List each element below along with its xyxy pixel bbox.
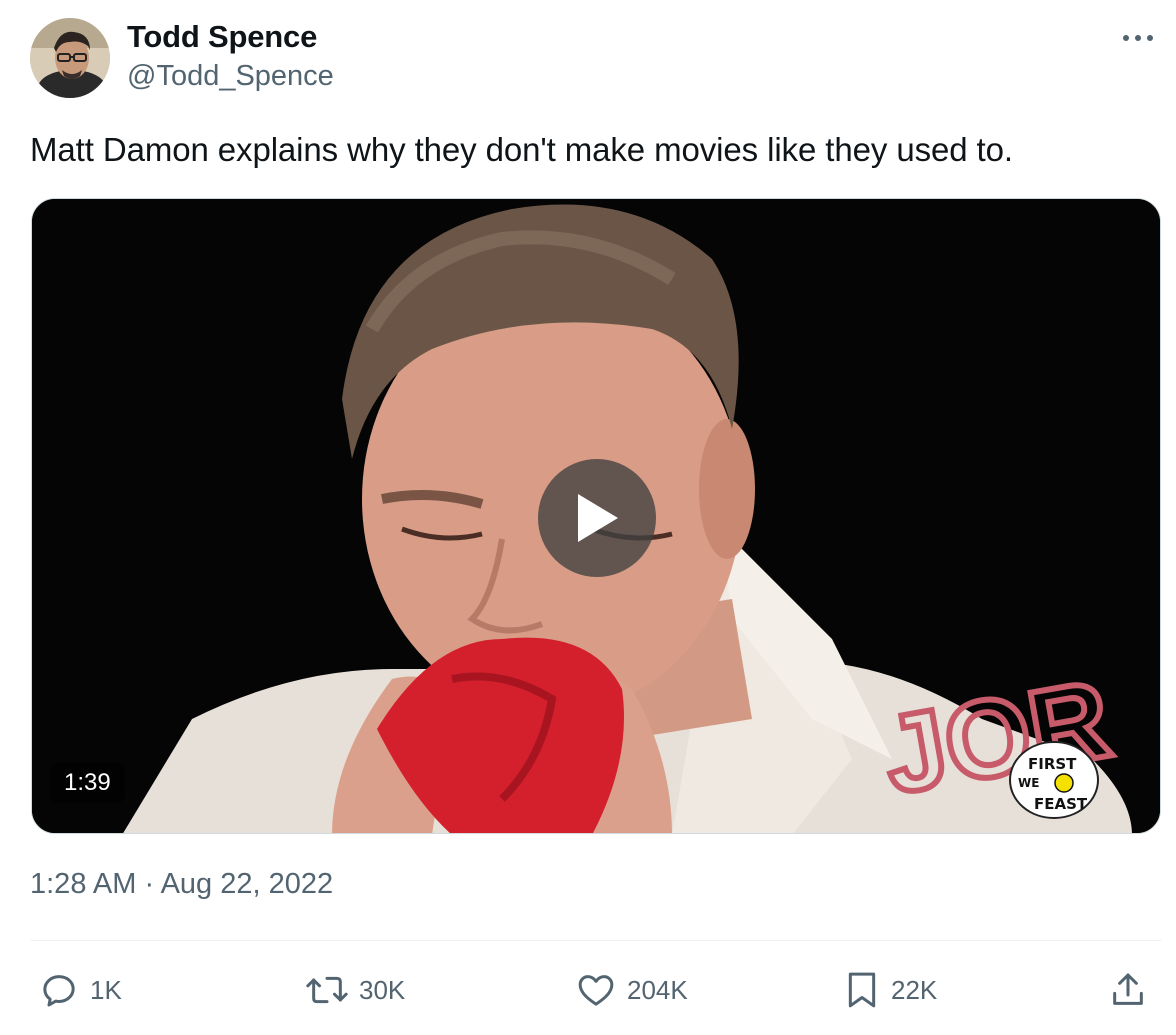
avatar-photo-icon	[30, 18, 110, 98]
bookmark-count: 22K	[891, 974, 938, 1005]
tweet-card: Todd Spence @Todd_Spence Matt Damon expl…	[0, 0, 1176, 1035]
tweet-text: Matt Damon explains why they don't make …	[30, 131, 1013, 168]
share-button[interactable]	[1108, 962, 1148, 1018]
retweet-count: 30K	[359, 974, 406, 1005]
tweet-timestamp[interactable]: 1:28 AM · Aug 22, 2022	[30, 868, 333, 901]
bookmark-button[interactable]: 22K	[843, 962, 937, 1018]
retweet-icon	[306, 976, 348, 1004]
like-count: 204K	[627, 974, 688, 1005]
more-dots-icon	[1123, 35, 1153, 41]
like-button[interactable]: 204K	[575, 962, 688, 1018]
reply-icon	[43, 975, 75, 1007]
reply-button[interactable]: 1K	[38, 962, 122, 1018]
svg-text:WE: WE	[1018, 776, 1039, 790]
action-bar: 1K 30K 204K 22K	[0, 962, 1176, 1018]
play-icon	[578, 494, 618, 542]
heart-icon	[578, 975, 614, 1006]
retweet-button[interactable]: 30K	[305, 962, 405, 1018]
more-options-button[interactable]	[1118, 22, 1158, 54]
first-we-feast-logo-icon: FIRST WE FEAST	[1009, 741, 1099, 819]
author-handle[interactable]: @Todd_Spence	[127, 60, 334, 93]
video-player[interactable]: JOR 1:39 FIRST WE FEAST	[31, 198, 1161, 834]
avatar[interactable]	[30, 18, 110, 98]
svg-text:FIRST: FIRST	[1028, 755, 1077, 773]
share-icon	[1113, 973, 1143, 1005]
bookmark-icon	[848, 972, 876, 1008]
divider	[30, 940, 1162, 941]
reply-count: 1K	[90, 974, 122, 1005]
video-duration: 1:39	[50, 763, 125, 803]
play-button[interactable]	[538, 459, 656, 577]
svg-text:FEAST: FEAST	[1034, 795, 1088, 813]
author-name[interactable]: Todd Spence	[127, 19, 317, 55]
